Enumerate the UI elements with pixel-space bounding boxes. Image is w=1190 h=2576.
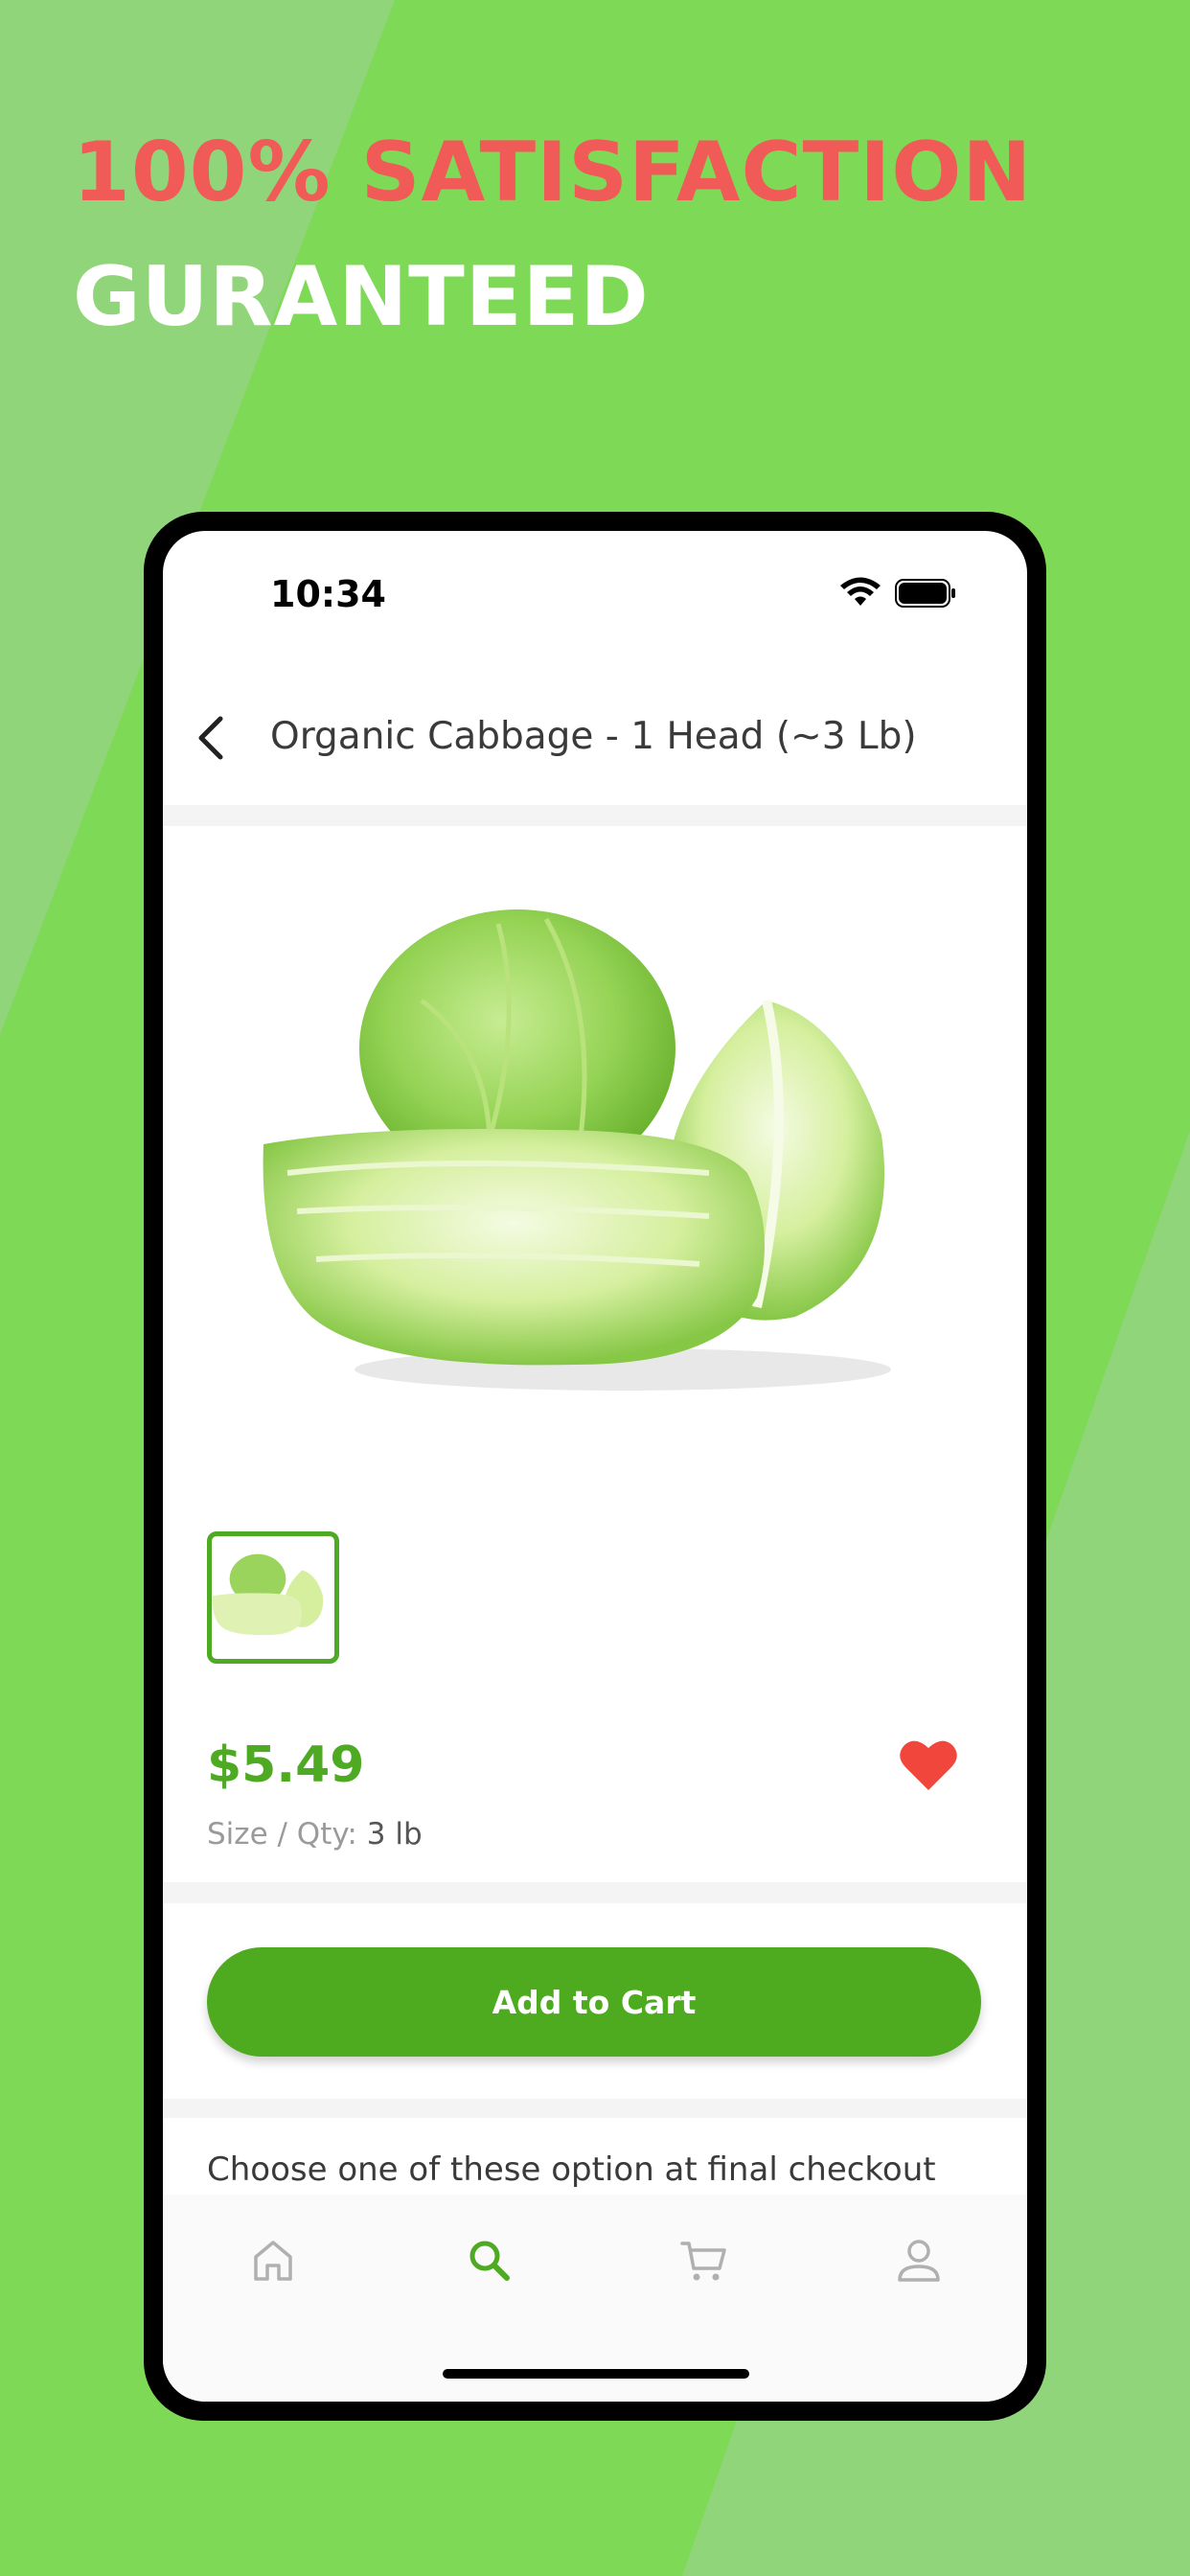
search-icon (469, 2241, 510, 2281)
add-to-cart-button[interactable]: Add to Cart (207, 1947, 981, 2057)
status-bar: 10:34 (163, 531, 1027, 656)
page-title: Organic Cabbage - 1 Head (~3 Lb) (270, 715, 917, 758)
wifi-icon (840, 577, 881, 606)
divider (163, 1882, 1027, 1903)
chevron-left-icon[interactable] (188, 711, 236, 765)
tab-search[interactable] (456, 2227, 523, 2294)
product-price: $5.49 (207, 1736, 365, 1794)
tab-cart[interactable] (671, 2227, 738, 2294)
size-value: 3 lb (366, 1817, 423, 1852)
product-image (263, 909, 891, 1391)
battery-icon (895, 579, 955, 608)
home-indicator[interactable] (443, 2369, 749, 2379)
phone-frame: 10:34 Organic Cabbage - 1 Head (~3 Lb) $… (144, 512, 1046, 2421)
home-icon (254, 2241, 292, 2281)
size-label: Size / Qty: (207, 1817, 357, 1852)
promo-line-guaranteed: GURANTEED (73, 249, 650, 345)
tab-home[interactable] (240, 2227, 307, 2294)
product-thumbnail[interactable] (207, 1531, 339, 1664)
heart-icon[interactable] (899, 1736, 958, 1792)
thumbnail-image (212, 1553, 324, 1636)
cart-icon (680, 2242, 726, 2281)
divider (163, 805, 1027, 826)
divider (163, 2099, 1027, 2118)
status-time: 10:34 (270, 573, 386, 615)
product-header: Organic Cabbage - 1 Head (~3 Lb) (163, 675, 1027, 799)
checkout-options-heading: Choose one of these option at final chec… (207, 2150, 936, 2189)
app-screen: 10:34 Organic Cabbage - 1 Head (~3 Lb) $… (163, 531, 1027, 2402)
profile-icon (898, 2240, 940, 2282)
size-quantity: Size / Qty: 3 lb (207, 1817, 423, 1852)
promo-line-satisfaction: 100% SATISFACTION (73, 125, 1033, 220)
promo-headline: 100% SATISFACTION GURANTEED (73, 115, 1032, 364)
bottom-tab-bar (163, 2195, 1027, 2402)
tab-profile[interactable] (885, 2227, 952, 2294)
